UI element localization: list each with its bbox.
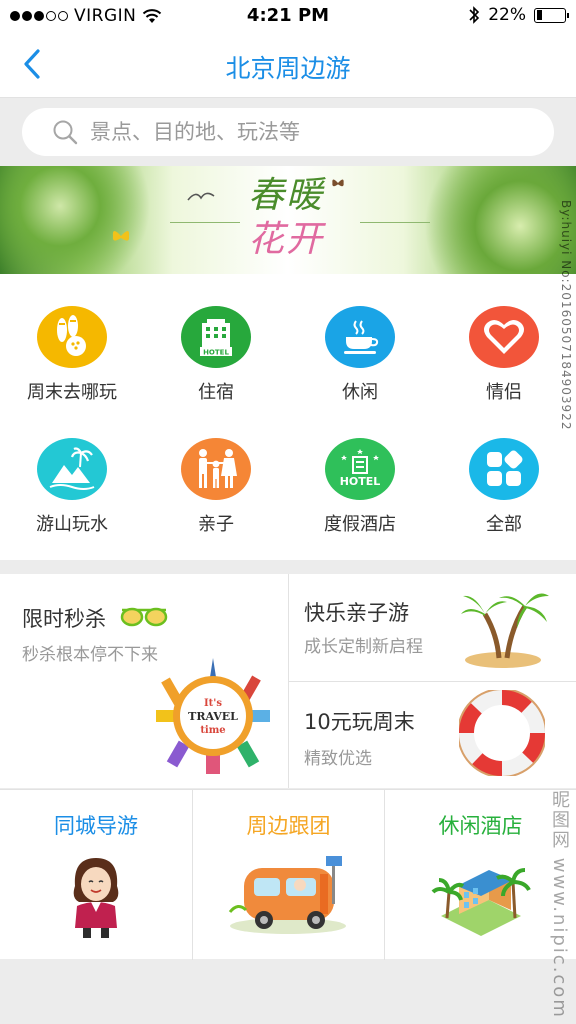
resort-hotel-icon: HOTEL [340, 449, 381, 488]
back-button[interactable] [14, 46, 50, 82]
family-trip-card[interactable]: 快乐亲子游 成长定制新启程 [289, 574, 576, 681]
search-input[interactable] [90, 120, 510, 144]
bird-icon [187, 192, 215, 201]
banner-title-line2: 花开 [248, 219, 325, 260]
search-box[interactable] [22, 108, 554, 156]
butterfly-icon [112, 231, 130, 241]
category-icon-circle [37, 438, 107, 500]
category-label: 全部 [486, 514, 522, 535]
watermark-site: 昵图网 www.nipic.com [549, 790, 570, 1019]
status-right: 22% [468, 5, 569, 25]
category-label: 周末去哪玩 [27, 382, 117, 403]
status-bar: VIRGIN 4:21 PM 22% [0, 0, 576, 32]
tour-guide-illustration [73, 858, 119, 938]
bowling-icon [57, 315, 86, 356]
local-guide-label: 同城导游 [54, 814, 138, 838]
family-icon [199, 449, 237, 488]
category-icon-circle [469, 306, 539, 368]
category-label: 度假酒店 [324, 514, 396, 535]
nearby-tour-card[interactable]: 周边跟团 [192, 790, 384, 960]
sunglasses-icon [120, 607, 168, 627]
category-icon-circle [181, 438, 251, 500]
category-icon-circle: HOTEL [181, 306, 251, 368]
banner-rule-right [360, 222, 430, 223]
island-icon [49, 447, 95, 490]
battery-percent: 22% [488, 5, 526, 25]
weekend-deal-subtitle: 精致优选 [304, 749, 372, 769]
family-trip-title: 快乐亲子游 [304, 601, 409, 625]
category-label: 亲子 [198, 514, 234, 535]
family-trip-subtitle: 成长定制新启程 [304, 637, 423, 657]
resort-building-illustration [431, 868, 531, 936]
nearby-tour-label: 周边跟团 [246, 814, 331, 838]
flash-sale-subtitle: 秒杀根本停不下来 [22, 645, 158, 665]
chevron-left-icon [24, 49, 40, 79]
local-guide-card[interactable]: 同城导游 [0, 790, 192, 960]
tour-bus-illustration [228, 856, 346, 934]
palm-tree-icon [461, 593, 549, 668]
travel-globe-illustration: It's TRAVEL time [156, 658, 270, 774]
category-family[interactable]: 亲子 [144, 406, 288, 536]
heart-icon [484, 319, 524, 354]
banner-rule-left [170, 222, 240, 223]
category-icon-circle [325, 306, 395, 368]
banner-title: 春暖 花开 [248, 174, 348, 262]
category-label: 游山玩水 [36, 514, 108, 535]
flash-sale-title: 限时秒杀 [22, 607, 106, 631]
category-icon-circle [37, 306, 107, 368]
category-label: 情侣 [486, 382, 522, 403]
weekend-deal-card[interactable]: 10元玩周末 精致优选 [289, 682, 576, 788]
category-grid: 周末去哪玩 HOTEL 住宿 休闲 情侣 游山玩水 亲子 HOTEL 度假酒店 … [0, 274, 576, 560]
svg-text:HOTEL: HOTEL [340, 475, 381, 488]
category-outdoors[interactable]: 游山玩水 [0, 406, 144, 536]
category-leisure[interactable]: 休闲 [288, 274, 432, 404]
category-resort[interactable]: HOTEL 度假酒店 [288, 406, 432, 536]
page-title: 北京周边游 [225, 54, 351, 83]
category-lodging[interactable]: HOTEL 住宿 [144, 274, 288, 404]
hotel-icon: HOTEL [200, 319, 232, 357]
flash-sale-card[interactable]: 限时秒杀 秒杀根本停不下来 It's TRAVEL time [0, 574, 288, 788]
bluetooth-icon [469, 6, 480, 24]
banner-title-line1: 春暖 [248, 175, 325, 216]
svg-text:HOTEL: HOTEL [203, 349, 229, 357]
category-all[interactable]: 全部 [432, 406, 576, 536]
coffee-cup-icon [344, 320, 379, 354]
tour-options: 同城导游 周边跟团 休闲酒店 [0, 789, 576, 960]
weekend-deal-title: 10元玩周末 [304, 710, 415, 734]
category-label: 住宿 [198, 382, 234, 403]
travel-badge-line1: It's [204, 698, 222, 709]
category-weekend[interactable]: 周末去哪玩 [0, 274, 144, 404]
watermark-side: By:huiyi No:20160507184903922 [559, 200, 573, 431]
category-icon-circle [469, 438, 539, 500]
all-grid-icon [487, 450, 523, 486]
battery-icon [534, 7, 569, 23]
category-label: 休闲 [342, 382, 378, 403]
lifebuoy-icon [459, 690, 545, 776]
promo-section: 限时秒杀 秒杀根本停不下来 It's TRAVEL time 快乐亲子游 成长定… [0, 574, 576, 788]
category-icon-circle: HOTEL [325, 438, 395, 500]
search-area [0, 98, 576, 166]
nav-bar: 北京周边游 [0, 32, 576, 98]
category-couples[interactable]: 情侣 [432, 274, 576, 404]
battery-level [536, 10, 543, 20]
travel-badge-line3: time [200, 725, 225, 736]
search-icon [53, 120, 78, 145]
promo-banner[interactable]: 春暖 花开 [0, 166, 576, 274]
travel-badge-line2: TRAVEL [188, 710, 238, 723]
